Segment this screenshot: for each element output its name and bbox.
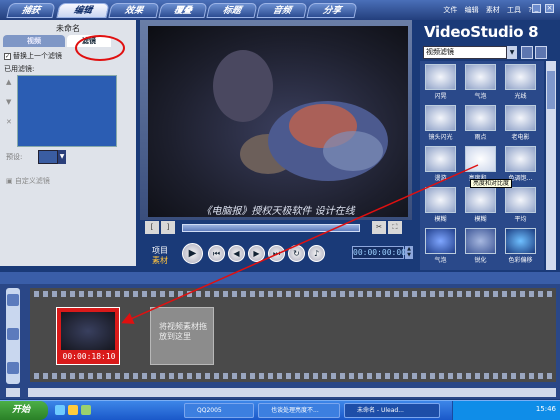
task-videostudio[interactable]: 未命名 - Ulead...	[344, 403, 440, 418]
quicklaunch-icon[interactable]	[55, 405, 65, 415]
windows-taskbar: 开始 QQ2005 也谈处理亮度不... 未命名 - Ulead... 15:4…	[0, 400, 560, 420]
quicklaunch-icon[interactable]	[68, 405, 78, 415]
clock: 15:46	[535, 405, 556, 413]
annotation-arrow	[121, 164, 479, 324]
task-qq[interactable]: QQ2005	[184, 403, 254, 418]
start-button[interactable]: 开始	[0, 401, 48, 420]
task-document[interactable]: 也谈处理亮度不...	[258, 403, 340, 418]
system-tray: 15:46	[452, 401, 560, 420]
quicklaunch-icon[interactable]	[81, 405, 91, 415]
